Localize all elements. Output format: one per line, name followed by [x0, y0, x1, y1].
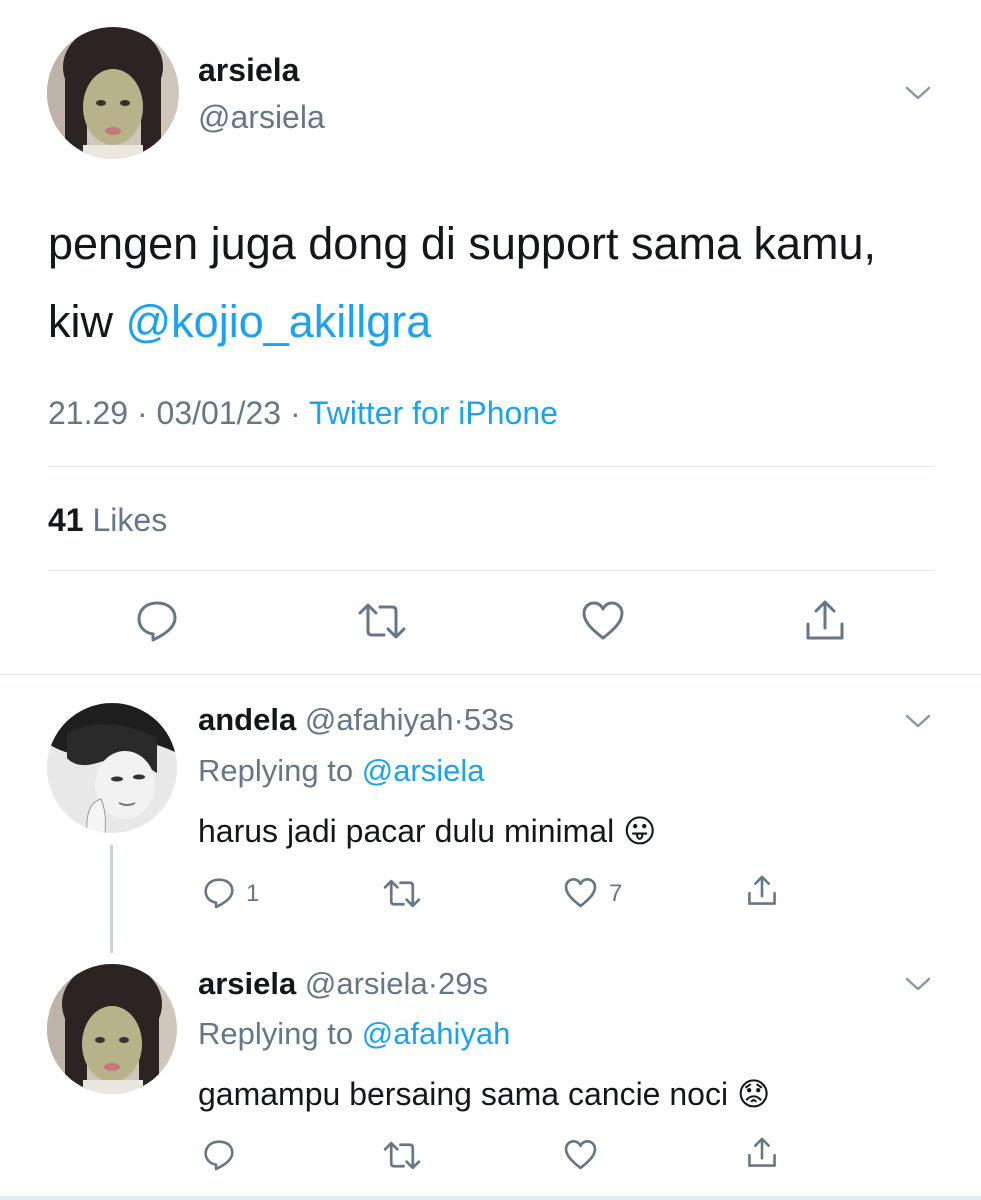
- likes-summary[interactable]: 41 Likes: [48, 502, 167, 539]
- reply-1-replying-to-link[interactable]: @arsiela: [362, 753, 485, 788]
- thread-connector-line: [110, 845, 113, 953]
- reply-2-body: gamampu bersaing sama cancie noci: [198, 1076, 729, 1112]
- retweet-icon[interactable]: [356, 601, 408, 641]
- reply-1-body: harus jadi pacar dulu minimal: [198, 813, 615, 849]
- meta-separator: ·: [427, 966, 439, 1001]
- reply-2-like-icon[interactable]: [563, 1139, 598, 1171]
- main-handle[interactable]: @arsiela: [198, 99, 325, 136]
- reply-2-share-icon[interactable]: [745, 1136, 779, 1170]
- reply-1-retweet-icon[interactable]: [382, 878, 422, 909]
- reply-1-share-icon[interactable]: [745, 874, 779, 908]
- reply-1-handle[interactable]: @afahiyah: [305, 702, 454, 737]
- reply-2-replying-to-link[interactable]: @afahiyah: [362, 1016, 511, 1051]
- replying-label: Replying to: [198, 753, 354, 788]
- reply-1-reply-icon[interactable]: [202, 876, 236, 910]
- likes-label: Likes: [92, 502, 168, 538]
- reply-1-avatar[interactable]: [47, 703, 177, 833]
- tweet-source-link[interactable]: Twitter for iPhone: [309, 395, 558, 431]
- main-display-name[interactable]: arsiela: [198, 52, 299, 89]
- tweet-date: 03/01/23: [156, 395, 282, 431]
- reply-2-header[interactable]: arsiela @arsiela·29s: [198, 966, 488, 1002]
- reply-2-text: gamampu bersaing sama cancie noci 😟: [198, 1075, 770, 1113]
- reply-2-reply-icon[interactable]: [202, 1138, 236, 1172]
- divider: [48, 570, 934, 571]
- replying-label: Replying to: [198, 1016, 354, 1051]
- meta-separator: ·: [453, 702, 464, 737]
- reply-2-time: 29s: [438, 966, 488, 1001]
- divider: [48, 466, 934, 467]
- like-icon[interactable]: [580, 600, 626, 642]
- section-divider: [0, 674, 981, 675]
- reply-1-time: 53s: [463, 702, 514, 737]
- tweet-time: 21.29: [48, 395, 129, 431]
- reply-1-chevron-down-icon[interactable]: [904, 711, 932, 731]
- main-tweet-meta: 21.29 · 03/01/23 · Twitter for iPhone: [48, 395, 558, 432]
- reply-2-chevron-down-icon[interactable]: [904, 974, 932, 994]
- reply-1-reply-count: 1: [246, 880, 260, 907]
- main-tweet-text: pengen juga dong di support sama kamu, k…: [48, 205, 928, 361]
- reply-2-replying-to: Replying to @afahiyah: [198, 1016, 510, 1052]
- reply-2-handle[interactable]: @arsiela: [305, 966, 428, 1001]
- bottom-edge-bar: [0, 1196, 981, 1200]
- likes-count: 41: [48, 502, 84, 538]
- reply-2-display-name[interactable]: arsiela: [198, 966, 296, 1001]
- reply-1-replying-to: Replying to @arsiela: [198, 753, 485, 789]
- main-avatar[interactable]: [47, 27, 179, 159]
- reply-2-emoji: 😟: [736, 1076, 771, 1112]
- main-tweet-mention[interactable]: @kojio_akillgra: [126, 296, 432, 347]
- share-icon[interactable]: [802, 598, 848, 644]
- reply-1-display-name[interactable]: andela: [198, 702, 296, 737]
- main-chevron-down-icon[interactable]: [904, 83, 932, 103]
- reply-1-like-count: 7: [609, 880, 623, 907]
- reply-1-emoji: 😛: [623, 813, 657, 849]
- reply-1-text: harus jadi pacar dulu minimal 😛: [198, 812, 656, 850]
- reply-1-like-icon[interactable]: [563, 877, 598, 909]
- reply-icon[interactable]: [134, 598, 180, 644]
- meta-separator: ·: [289, 395, 301, 431]
- reply-1-header[interactable]: andela @afahiyah·53s: [198, 702, 514, 738]
- reply-2-avatar[interactable]: [47, 964, 177, 1094]
- meta-separator: ·: [136, 395, 148, 431]
- reply-2-retweet-icon[interactable]: [382, 1140, 422, 1171]
